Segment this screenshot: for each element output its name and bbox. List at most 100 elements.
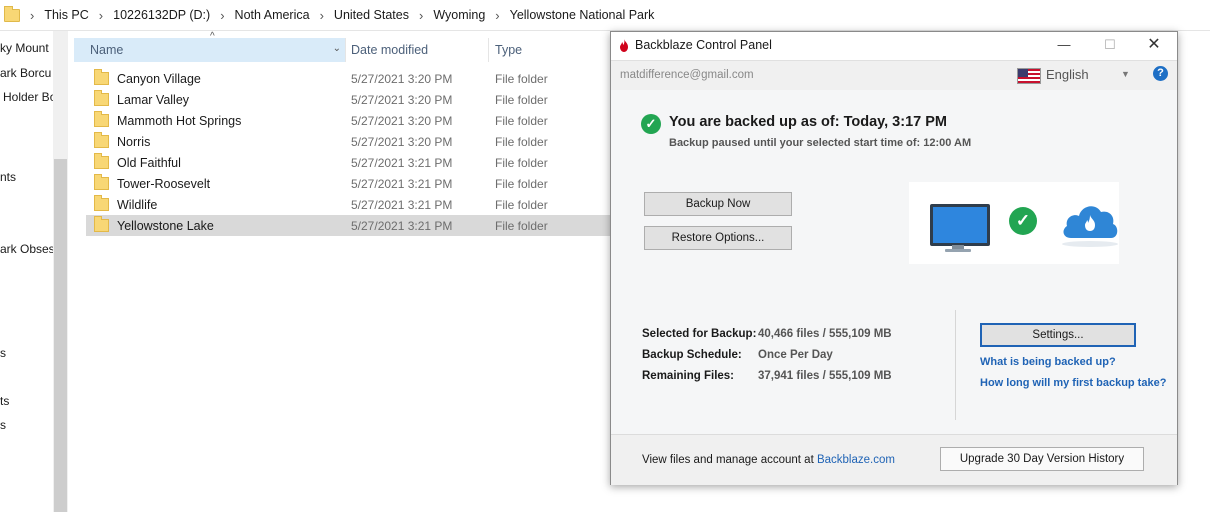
chevron-down-icon[interactable]: ⌄ xyxy=(333,43,341,54)
chevron-right-icon[interactable]: › xyxy=(495,8,499,23)
folder-icon xyxy=(94,195,109,211)
breadcrumb-this-pc[interactable]: This PC xyxy=(44,8,88,22)
nav-scrollbar[interactable] xyxy=(53,31,68,512)
scrollbar-thumb[interactable] xyxy=(54,159,67,512)
backup-schedule-value: Once Per Day xyxy=(758,349,833,361)
footer-label: View files and manage account at xyxy=(642,454,817,466)
file-row[interactable]: Old Faithful 5/27/2021 3:21 PM File fold… xyxy=(86,152,610,173)
folder-icon xyxy=(4,5,20,22)
breadcrumb-united-states[interactable]: United States xyxy=(334,8,409,22)
footer-text: View files and manage account at Backbla… xyxy=(642,454,895,466)
file-type: File folder xyxy=(495,113,548,128)
column-type-label: Type xyxy=(495,43,523,57)
file-row[interactable]: Mammoth Hot Springs 5/27/2021 3:20 PM Fi… xyxy=(86,110,610,131)
footer-bar: View files and manage account at Backbla… xyxy=(611,434,1177,485)
help-icon[interactable]: ? xyxy=(1153,66,1168,81)
window-title: Backblaze Control Panel xyxy=(635,38,772,52)
nav-item[interactable]: ark Borcu xyxy=(0,66,51,80)
file-date: 5/27/2021 3:20 PM xyxy=(351,113,453,128)
folder-icon xyxy=(94,90,109,106)
file-type: File folder xyxy=(495,71,548,86)
backup-status-subtitle: Backup paused until your selected start … xyxy=(669,137,972,149)
main-panel: ✓ You are backed up as of: Today, 3:17 P… xyxy=(611,90,1177,434)
chevron-right-icon[interactable]: › xyxy=(320,8,324,23)
upgrade-version-history-button[interactable]: Upgrade 30 Day Version History xyxy=(940,447,1144,471)
file-date: 5/27/2021 3:21 PM xyxy=(351,176,453,191)
folder-icon xyxy=(94,111,109,127)
folder-icon xyxy=(94,174,109,190)
selected-for-backup-label: Selected for Backup: xyxy=(642,328,757,340)
file-row-selected[interactable]: Yellowstone Lake 5/27/2021 3:21 PM File … xyxy=(86,215,610,236)
nav-item[interactable]: s xyxy=(0,346,6,360)
what-is-backed-up-link[interactable]: What is being backed up? xyxy=(980,356,1116,368)
breadcrumb-yellowstone[interactable]: Yellowstone National Park xyxy=(510,8,655,22)
restore-options-button[interactable]: Restore Options... xyxy=(644,226,792,250)
file-row[interactable]: Lamar Valley 5/27/2021 3:20 PM File fold… xyxy=(86,89,610,110)
column-name-label: Name xyxy=(90,43,124,57)
us-flag-icon xyxy=(1017,68,1041,84)
title-bar[interactable]: Backblaze Control Panel — ☐ ✕ xyxy=(611,32,1177,59)
remaining-files-value: 37,941 files / 555,109 MB xyxy=(758,370,892,382)
backblaze-flame-icon xyxy=(620,39,628,52)
nav-item[interactable]: ky Mount xyxy=(0,41,49,55)
nav-item[interactable]: nts xyxy=(0,170,16,184)
chevron-right-icon[interactable]: › xyxy=(99,8,103,23)
chevron-down-icon[interactable]: ▼ xyxy=(1121,69,1130,79)
file-name: Mammoth Hot Springs xyxy=(117,113,242,128)
maximize-button: ☐ xyxy=(1104,37,1116,52)
breadcrumb-wyoming[interactable]: Wyoming xyxy=(433,8,485,22)
backup-now-button[interactable]: Backup Now xyxy=(644,192,792,216)
backblaze-window: Backblaze Control Panel — ☐ ✕ matdiffere… xyxy=(610,31,1178,485)
selected-for-backup-value: 40,466 files / 555,109 MB xyxy=(758,328,892,340)
file-type: File folder xyxy=(495,197,548,212)
close-button[interactable]: ✕ xyxy=(1131,34,1177,56)
file-name: Tower-Roosevelt xyxy=(117,176,211,191)
backblaze-com-link[interactable]: Backblaze.com xyxy=(817,454,895,466)
computer-icon xyxy=(930,204,990,246)
file-type: File folder xyxy=(495,92,548,107)
breadcrumb-north-america[interactable]: Noth America xyxy=(235,8,310,22)
column-header-type[interactable]: Type xyxy=(489,38,610,62)
how-long-first-backup-link[interactable]: How long will my first backup take? xyxy=(980,377,1166,389)
file-date: 5/27/2021 3:20 PM xyxy=(351,92,453,107)
language-select[interactable]: English xyxy=(1046,67,1089,82)
chevron-right-icon[interactable]: › xyxy=(419,8,423,23)
backup-status-title: You are backed up as of: Today, 3:17 PM xyxy=(669,114,947,130)
file-name: Wildlife xyxy=(117,197,158,212)
nav-item[interactable]: ark Obses xyxy=(0,242,55,256)
nav-item[interactable]: ts xyxy=(0,394,9,408)
breadcrumb-drive[interactable]: 10226132DP (D:) xyxy=(113,8,210,22)
nav-item[interactable]: s xyxy=(0,418,6,432)
file-name: Norris xyxy=(117,134,151,149)
file-type: File folder xyxy=(495,176,548,191)
remaining-files-label: Remaining Files: xyxy=(642,370,735,382)
file-row[interactable]: Wildlife 5/27/2021 3:21 PM File folder xyxy=(86,194,610,215)
file-row[interactable]: Tower-Roosevelt 5/27/2021 3:21 PM File f… xyxy=(86,173,610,194)
file-row[interactable]: Canyon Village 5/27/2021 3:20 PM File fo… xyxy=(86,68,610,89)
file-type: File folder xyxy=(495,155,548,170)
check-circle-icon: ✓ xyxy=(641,114,661,134)
file-name: Yellowstone Lake xyxy=(117,218,214,233)
file-date: 5/27/2021 3:20 PM xyxy=(351,134,453,149)
check-circle-icon: ✓ xyxy=(1009,207,1037,235)
file-row[interactable]: Norris 5/27/2021 3:20 PM File folder xyxy=(86,131,610,152)
settings-button[interactable]: Settings... xyxy=(980,323,1136,347)
column-date-label: Date modified xyxy=(351,43,429,57)
file-date: 5/27/2021 3:21 PM xyxy=(351,197,453,212)
file-name: Old Faithful xyxy=(117,155,181,170)
file-name: Canyon Village xyxy=(117,71,201,86)
chevron-right-icon[interactable]: › xyxy=(220,8,224,23)
column-header-name[interactable]: ^ Name ⌄ xyxy=(74,31,346,62)
folder-icon xyxy=(94,153,109,169)
nav-item[interactable]: Holder Bo xyxy=(3,90,56,104)
account-email: matdifference@gmail.com xyxy=(620,69,754,81)
minimize-button[interactable]: — xyxy=(1041,34,1087,56)
backup-status-graphic: ✓ xyxy=(909,182,1119,264)
file-date: 5/27/2021 3:21 PM xyxy=(351,155,453,170)
folder-icon xyxy=(94,216,109,232)
monitor-base xyxy=(945,249,971,252)
file-date: 5/27/2021 3:20 PM xyxy=(351,71,453,86)
folder-icon xyxy=(94,132,109,148)
address-breadcrumb[interactable]: › This PC › 10226132DP (D:) › Noth Ameri… xyxy=(0,0,1210,31)
column-header-date[interactable]: Date modified xyxy=(345,38,489,62)
